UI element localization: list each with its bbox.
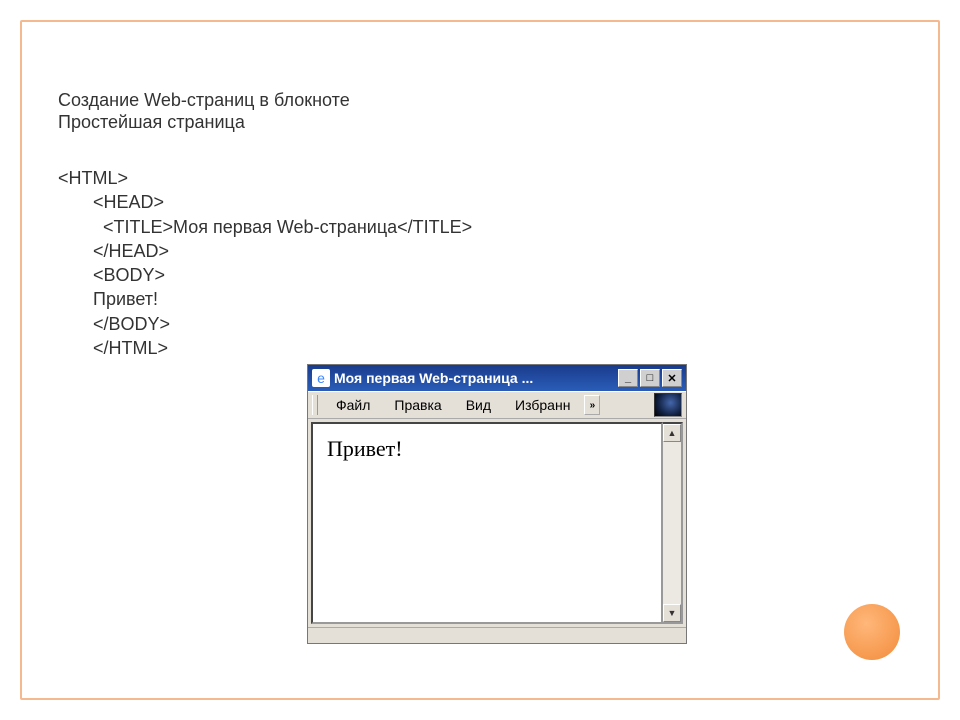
heading-line-2: Простейшая страница [58, 112, 350, 134]
maximize-button[interactable]: □ [640, 369, 660, 387]
viewport: Привет! [311, 422, 663, 624]
menu-view[interactable]: Вид [454, 395, 503, 415]
code-line: <HTML> [58, 166, 472, 190]
scroll-up-button[interactable]: ▲ [663, 424, 681, 442]
slide-heading: Создание Web-страниц в блокноте Простейш… [58, 90, 350, 133]
code-line: <BODY> [58, 263, 472, 287]
code-line: </BODY> [58, 312, 472, 336]
ie-throbber-icon [654, 393, 682, 417]
scroll-down-button[interactable]: ▼ [663, 604, 681, 622]
decorative-circle [844, 604, 900, 660]
code-line: <TITLE>Моя первая Web-страница</TITLE> [58, 215, 472, 239]
menu-edit[interactable]: Правка [382, 395, 453, 415]
vertical-scrollbar[interactable]: ▲ ▼ [663, 422, 683, 624]
code-line: Привет! [58, 287, 472, 311]
close-button[interactable]: ✕ [662, 369, 682, 387]
code-line: </HTML> [58, 336, 472, 360]
window-title: Моя первая Web-страница ... [334, 370, 614, 386]
ie-icon: e [312, 369, 330, 387]
toolbar-grip[interactable] [312, 395, 318, 415]
page-body-text: Привет! [327, 436, 403, 461]
code-line: <HEAD> [58, 190, 472, 214]
content-pane: Привет! ▲ ▼ [308, 419, 686, 627]
menu-favorites[interactable]: Избранн [503, 395, 582, 415]
browser-window: e Моя первая Web-страница ... _ □ ✕ Файл… [308, 365, 686, 643]
menubar: Файл Правка Вид Избранн » [308, 391, 686, 419]
menu-expand-button[interactable]: » [584, 395, 600, 415]
statusbar [308, 627, 686, 643]
code-listing: <HTML> <HEAD> <TITLE>Моя первая Web-стра… [58, 166, 472, 360]
menu-file[interactable]: Файл [324, 395, 382, 415]
window-controls: _ □ ✕ [618, 369, 682, 387]
code-line: </HEAD> [58, 239, 472, 263]
heading-line-1: Создание Web-страниц в блокноте [58, 90, 350, 112]
titlebar[interactable]: e Моя первая Web-страница ... _ □ ✕ [308, 365, 686, 391]
minimize-button[interactable]: _ [618, 369, 638, 387]
scroll-track[interactable] [663, 442, 681, 604]
